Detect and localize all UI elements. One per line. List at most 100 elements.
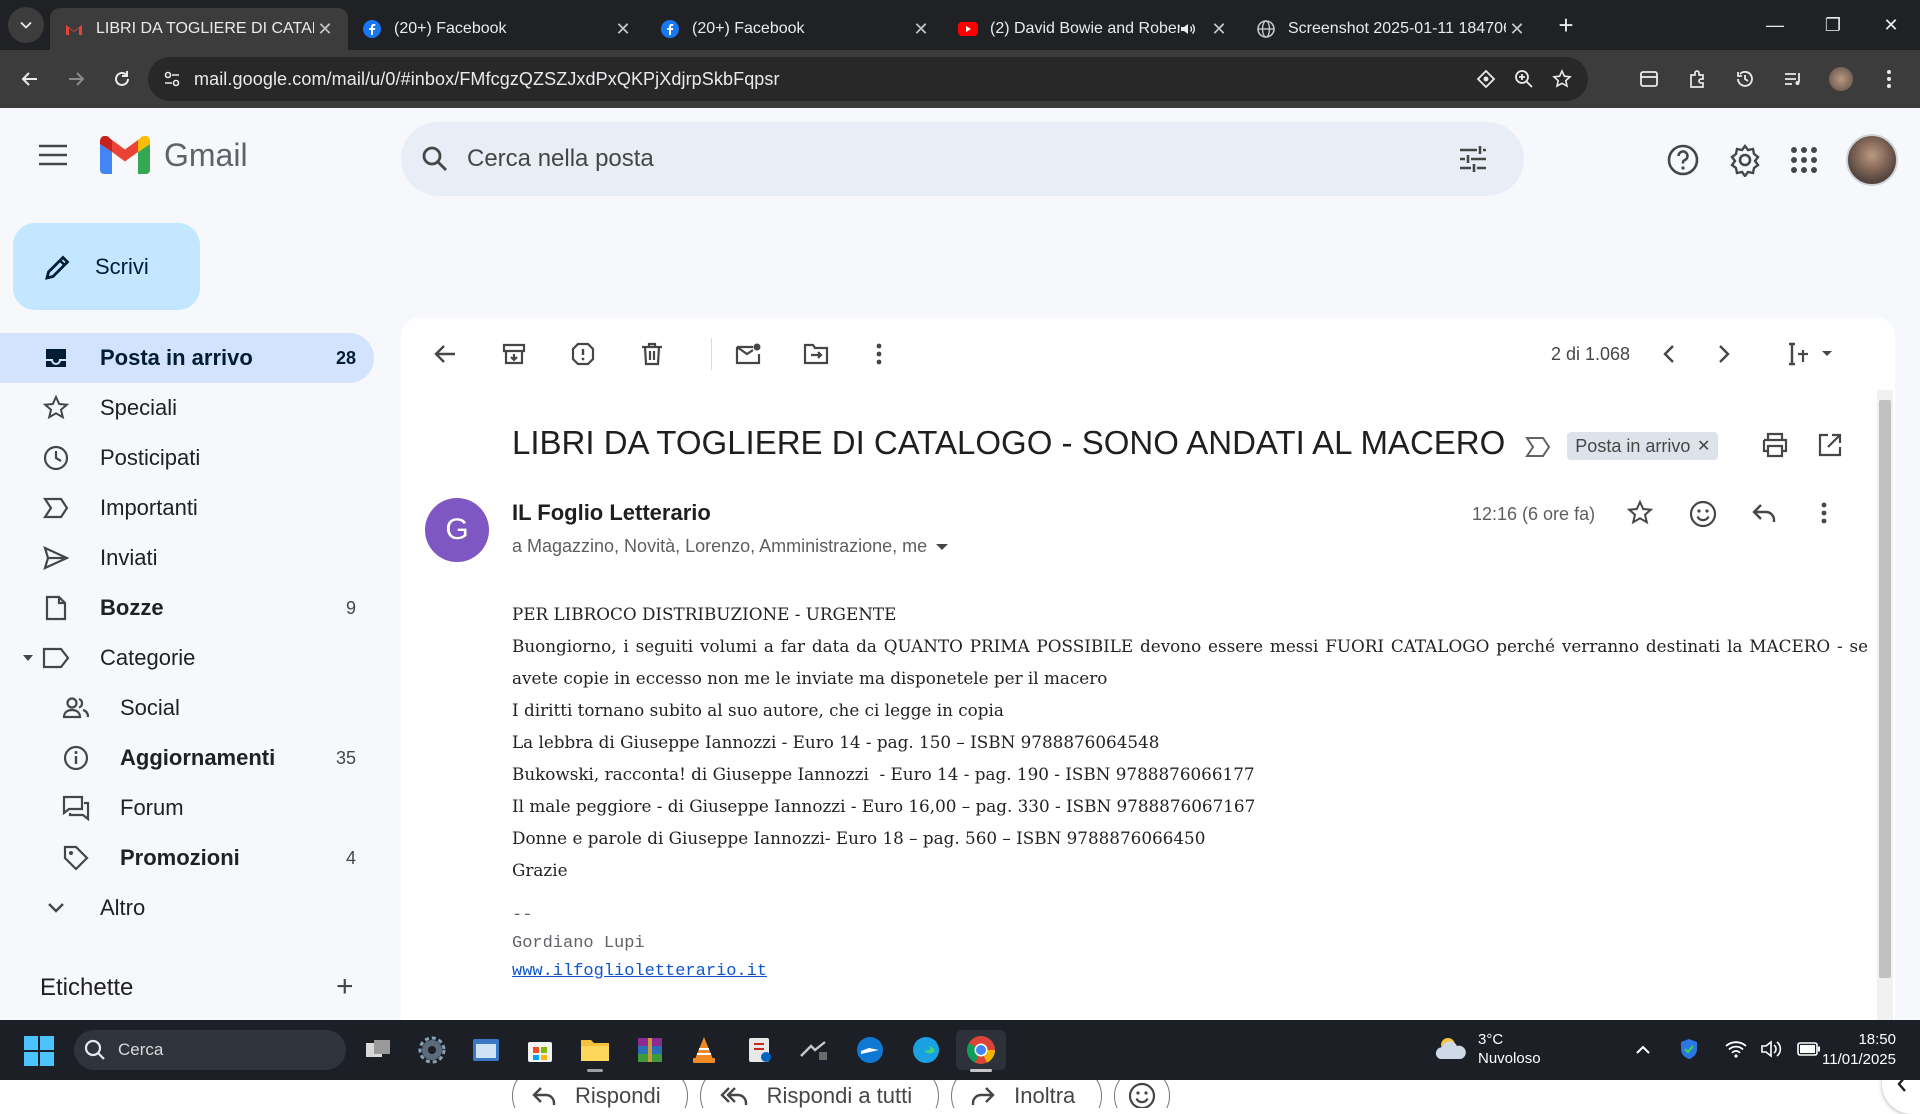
close-tab-button[interactable]: ✕ — [612, 18, 634, 40]
gmail-logo[interactable]: Gmail — [100, 136, 248, 174]
reply-button[interactable] — [1751, 502, 1777, 524]
sidebar-item-sent[interactable]: Inviati — [0, 533, 374, 583]
input-tools-button[interactable] — [1781, 336, 1841, 372]
more-actions-button[interactable] — [861, 336, 897, 372]
file-explorer-icon[interactable] — [575, 1030, 615, 1072]
search-options-icon[interactable] — [1458, 144, 1488, 174]
browser-menu-icon[interactable] — [1872, 59, 1906, 99]
recipients-text: a Magazzino, Novità, Lorenzo, Amministra… — [512, 536, 928, 556]
sidebar-item-forums[interactable]: Forum — [0, 783, 374, 833]
close-tab-button[interactable]: ✕ — [314, 18, 336, 40]
taskbar-clock[interactable]: 18:50 11/01/2025 — [1816, 1030, 1896, 1070]
snipping-tool-icon[interactable] — [740, 1030, 780, 1070]
history-icon[interactable] — [1728, 59, 1762, 99]
recipients-line[interactable]: a Magazzino, Novità, Lorenzo, Amministra… — [512, 536, 949, 557]
tab-groups-icon[interactable] — [1632, 59, 1666, 99]
edge-icon[interactable] — [906, 1030, 946, 1070]
close-window-button[interactable]: ✕ — [1862, 15, 1920, 36]
sidebar-item-drafts[interactable]: Bozze 9 — [0, 583, 374, 633]
sender-avatar[interactable]: G — [425, 498, 489, 562]
star-message-button[interactable] — [1627, 500, 1653, 526]
browser-tab-facebook-2[interactable]: (20+) Facebook ✕ — [646, 8, 944, 50]
move-to-button[interactable] — [798, 336, 834, 372]
close-tab-button[interactable]: ✕ — [1208, 18, 1230, 40]
older-button[interactable] — [1706, 336, 1742, 372]
bookmark-star-icon[interactable] — [1552, 69, 1572, 89]
sidebar-item-starred[interactable]: Speciali — [0, 383, 374, 433]
sidebar-item-updates[interactable]: Aggiornamenti 35 — [0, 733, 374, 783]
store-icon[interactable] — [520, 1030, 560, 1070]
inbox-label-chip[interactable]: Posta in arrivo ✕ — [1567, 432, 1719, 460]
wifi-icon[interactable] — [1725, 1040, 1747, 1058]
sidebar-item-promotions[interactable]: Promozioni 4 — [0, 833, 374, 883]
help-icon[interactable] — [1666, 143, 1700, 177]
remove-label-button[interactable]: ✕ — [1697, 436, 1710, 456]
media-control-icon[interactable] — [1776, 59, 1810, 99]
caret-down-icon — [936, 543, 949, 550]
vlc-icon[interactable] — [684, 1030, 724, 1070]
account-avatar[interactable] — [1846, 134, 1898, 186]
create-label-button[interactable]: + — [336, 970, 354, 1004]
scrollbar-thumb[interactable] — [1879, 400, 1891, 978]
sidebar-item-snoozed[interactable]: Posticipati — [0, 433, 374, 483]
message-more-button[interactable] — [1821, 502, 1827, 524]
mail-search-bar[interactable]: Cerca nella posta — [401, 122, 1524, 196]
signature-link[interactable]: www.ilfoglioletterario.it — [512, 962, 767, 981]
open-new-window-button[interactable] — [1817, 432, 1843, 458]
reload-button[interactable] — [102, 59, 142, 99]
site-info-icon[interactable] — [162, 69, 182, 89]
volume-icon[interactable] — [1761, 1040, 1783, 1058]
settings-gear-icon[interactable] — [1728, 143, 1762, 177]
mark-unread-button[interactable] — [730, 336, 766, 372]
close-tab-button[interactable]: ✕ — [910, 18, 932, 40]
sidebar-item-important[interactable]: Importanti — [0, 483, 374, 533]
chrome-taskbar-icon[interactable] — [956, 1030, 1006, 1072]
caret-down-icon[interactable] — [22, 653, 34, 663]
archive-button[interactable] — [496, 336, 532, 372]
winrar-icon[interactable] — [630, 1030, 670, 1070]
add-reaction-button[interactable] — [1689, 500, 1717, 528]
sidebar-item-categories[interactable]: Categorie — [0, 633, 374, 683]
app-icon-tools[interactable] — [794, 1030, 834, 1070]
tray-overflow-icon[interactable] — [1635, 1043, 1651, 1055]
forward-button[interactable] — [56, 59, 96, 99]
settings-app-icon[interactable] — [412, 1030, 452, 1070]
browser-tab-screenshot[interactable]: Screenshot 2025-01-11 184706 ✕ — [1242, 8, 1540, 50]
profile-avatar[interactable] — [1824, 59, 1858, 99]
weather-widget[interactable]: 3°C Nuvoloso — [1434, 1030, 1541, 1068]
apps-grid-icon[interactable] — [1790, 146, 1818, 174]
mail-app-icon[interactable] — [850, 1030, 890, 1070]
zoom-icon[interactable] — [1514, 69, 1534, 89]
extensions-icon[interactable] — [1680, 59, 1714, 99]
app-window-icon[interactable] — [466, 1030, 506, 1070]
taskbar-search[interactable]: Cerca — [74, 1030, 346, 1070]
back-button[interactable] — [10, 59, 50, 99]
browser-tab-youtube[interactable]: (2) David Bowie and Robert ✕ — [944, 8, 1242, 50]
windows-start-button[interactable] — [24, 1036, 54, 1066]
minimize-button[interactable]: — — [1746, 15, 1804, 36]
email-scrollbar[interactable] — [1877, 390, 1893, 1080]
newer-button[interactable] — [1651, 336, 1687, 372]
new-tab-button[interactable]: + — [1548, 7, 1584, 43]
back-to-inbox-button[interactable] — [427, 336, 463, 372]
sidebar-item-inbox[interactable]: Posta in arrivo 28 — [0, 333, 374, 383]
compose-button[interactable]: Scrivi — [13, 223, 200, 310]
print-button[interactable] — [1761, 432, 1789, 458]
browser-tab-gmail[interactable]: LIBRI DA TOGLIERE DI CATALOGO ✕ — [50, 8, 348, 50]
browser-tab-facebook-1[interactable]: (20+) Facebook ✕ — [348, 8, 646, 50]
important-marker-icon[interactable] — [1525, 436, 1551, 458]
sidebar-item-more[interactable]: Altro — [0, 883, 374, 933]
address-bar[interactable]: mail.google.com/mail/u/0/#inbox/FMfcgzQZ… — [148, 57, 1588, 101]
task-view-icon[interactable] — [358, 1030, 398, 1070]
lens-icon[interactable] — [1476, 69, 1496, 89]
sidebar-item-social[interactable]: Social — [0, 683, 374, 733]
speaker-icon[interactable] — [1180, 22, 1196, 36]
restore-button[interactable]: ❐ — [1804, 15, 1862, 36]
defender-icon[interactable] — [1679, 1038, 1699, 1060]
report-spam-button[interactable] — [565, 336, 601, 372]
sender-name[interactable]: IL Foglio Letterario — [512, 500, 711, 526]
delete-button[interactable] — [634, 336, 670, 372]
main-menu-button[interactable] — [38, 144, 68, 166]
close-tab-button[interactable]: ✕ — [1506, 18, 1528, 40]
tab-search-button[interactable] — [8, 7, 44, 43]
